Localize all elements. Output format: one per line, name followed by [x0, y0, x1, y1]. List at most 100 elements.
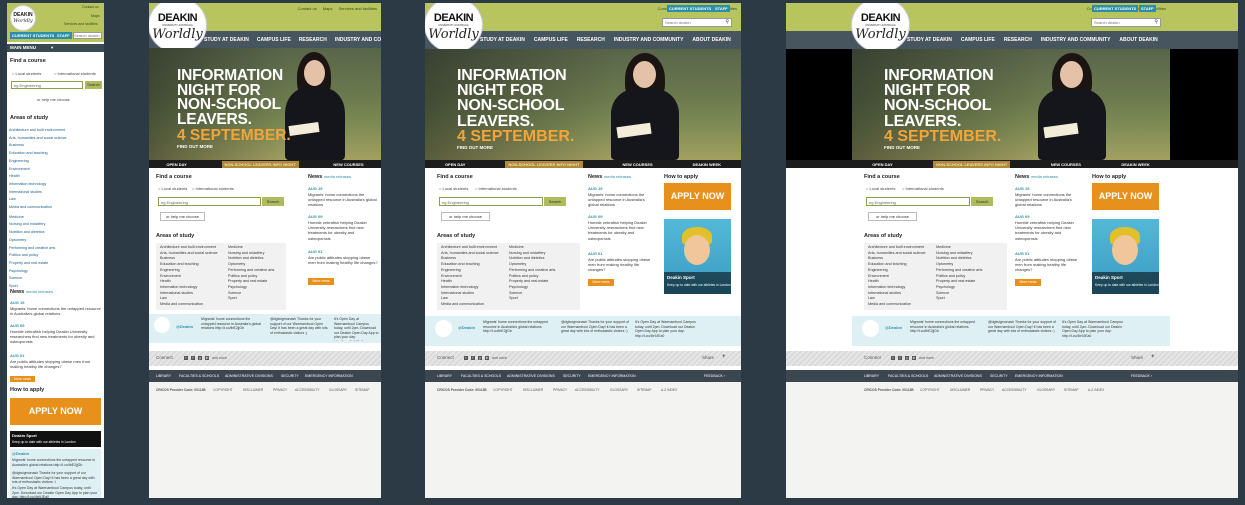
area-link[interactable]: Information technology	[9, 181, 67, 189]
area-link[interactable]: Performing and creative arts	[936, 268, 982, 274]
news-item-text[interactable]: Are public attitudes stopping obese men …	[308, 255, 378, 265]
news-item-text[interactable]: Are public attitudes stopping obese men …	[1015, 257, 1083, 273]
news-item-text[interactable]: Migrants' home connections the untapped …	[10, 306, 102, 316]
utility-link-maps[interactable]: Maps	[91, 14, 100, 18]
nav-campus-life[interactable]: CAMPUS LIFE	[961, 37, 995, 43]
footer-link-sitemap[interactable]: SITEMAP	[1064, 388, 1078, 392]
utility-link-maps[interactable]: Maps	[323, 6, 333, 11]
help-me-choose-button[interactable]: or help me choose	[441, 212, 490, 221]
help-me-choose-link[interactable]: or help me choose	[37, 97, 70, 102]
footer-link-sitemap[interactable]: SITEMAP	[637, 388, 651, 392]
area-link[interactable]: Architecture and built environment	[160, 245, 218, 251]
footer-link-admin[interactable]: ADMINISTRATIVE DIVISIONS	[934, 374, 982, 378]
area-link[interactable]: Sport	[228, 296, 274, 302]
share-label[interactable]: Share	[1131, 355, 1143, 360]
logo[interactable]: DEAKIN Worldly	[10, 5, 36, 31]
twitter-icon[interactable]: t	[184, 356, 188, 360]
area-link[interactable]: Property and real estate	[9, 260, 67, 268]
footer-link-accessibility[interactable]: ACCESSIBILITY	[575, 388, 600, 392]
footer-link-security[interactable]: SECURITY	[281, 374, 299, 378]
news-item-text[interactable]: Migrants' home connections the untapped …	[588, 192, 656, 208]
nav-campus-life[interactable]: CAMPUS LIFE	[534, 37, 568, 43]
course-search-button[interactable]: Search	[85, 81, 102, 89]
news-item-text[interactable]: Are public attitudes stopping obese men …	[10, 359, 102, 369]
deakin-sport-banner[interactable]: Deakin Sport Keep up to date with our at…	[10, 431, 101, 447]
twitter-handle[interactable]: @Deakin	[885, 325, 902, 330]
twitter-handle[interactable]: @Deakin	[12, 451, 29, 456]
tab-deakin-week[interactable]: DEAKIN WEEK	[693, 162, 721, 167]
utility-link-services[interactable]: Services and facilities	[64, 22, 98, 26]
apply-now-button[interactable]: APPLY NOW	[664, 183, 731, 210]
area-link[interactable]: Nursing and midwifery	[9, 221, 67, 229]
tab-open-day[interactable]: OPEN DAY	[166, 162, 187, 167]
staff-button[interactable]: STAFF	[55, 32, 72, 39]
feedback-link[interactable]: FEEDBACK ›	[1131, 374, 1152, 378]
area-link[interactable]: Psychology	[9, 268, 67, 276]
radio-local[interactable]: ○ Local students	[12, 71, 41, 76]
linkedin-icon[interactable]: in	[205, 356, 209, 360]
feedback-link[interactable]: FEEDBACK ›	[704, 374, 725, 378]
search-input[interactable]: Search deakin	[73, 32, 102, 39]
tab-info-night[interactable]: NON-SCHOOL LEAVERS INFO NIGHT	[221, 160, 299, 168]
radio-local[interactable]: ○ Local students	[439, 186, 468, 191]
nav-industry[interactable]: INDUSTRY AND COMMUNITY	[335, 37, 381, 43]
footer-link-accessibility[interactable]: ACCESSIBILITY	[295, 388, 320, 392]
footer-link-copyright[interactable]: COPYRIGHT	[493, 388, 513, 392]
utility-link-contact[interactable]: Contact us	[82, 5, 99, 9]
deakin-sport-panel[interactable]: Deakin Sport Keep up to date with our at…	[1092, 219, 1159, 294]
footer-link-security[interactable]: SECURITY	[563, 374, 581, 378]
footer-link-privacy[interactable]: PRIVACY	[980, 388, 994, 392]
area-link[interactable]: Environment	[9, 166, 67, 174]
staff-button[interactable]: STAFF	[1139, 5, 1156, 12]
news-item-text[interactable]: Humble zebrafish helping Deakin Universi…	[308, 220, 378, 241]
area-link[interactable]: Architecture and built environment	[868, 245, 926, 251]
area-link[interactable]: Nutrition and dietetics	[9, 229, 67, 237]
nav-research[interactable]: RESEARCH	[577, 37, 605, 43]
footer-link-emergency[interactable]: EMERGENCY INFORMATION	[588, 374, 636, 378]
nav-research[interactable]: RESEARCH	[1004, 37, 1032, 43]
area-link[interactable]: Media and communication	[9, 204, 67, 212]
share-label[interactable]: Share	[702, 355, 714, 360]
logo[interactable]: DEAKIN UNIVERSITY AUSTRALIA Worldly	[851, 3, 910, 53]
area-link[interactable]: Performing and creative arts	[228, 268, 274, 274]
tab-new-courses[interactable]: NEW COURSES	[622, 162, 652, 167]
hero-cta-link[interactable]: FIND OUT MORE	[457, 145, 493, 150]
footer-link-admin[interactable]: ADMINISTRATIVE DIVISIONS	[225, 374, 273, 378]
area-link[interactable]: Engineering	[9, 158, 67, 166]
area-link[interactable]: International studies	[9, 189, 67, 197]
current-students-button[interactable]: CURRENT STUDENTS	[10, 32, 57, 39]
area-link[interactable]: Optometry	[9, 237, 67, 245]
hero-banner[interactable]: INFORMATION NIGHT FOR NON-SCHOOL LEAVERS…	[425, 49, 741, 160]
nav-industry[interactable]: INDUSTRY AND COMMUNITY	[1041, 37, 1111, 43]
share-plus-icon[interactable]: +	[1151, 354, 1155, 360]
radio-international[interactable]: ○ International students	[902, 186, 944, 191]
footer-link-faculties[interactable]: FACULTIES & SCHOOLS	[888, 374, 928, 378]
area-link[interactable]: Media and communication	[868, 302, 926, 308]
hero-banner[interactable]: INFORMATION NIGHT FOR NON-SCHOOL LEAVERS…	[149, 48, 381, 160]
footer-link-az[interactable]: A-Z INDEX	[661, 388, 677, 392]
apply-now-button[interactable]: APPLY NOW	[10, 398, 101, 425]
radio-international[interactable]: ○ International students	[192, 186, 234, 191]
tab-new-courses[interactable]: NEW COURSES	[333, 162, 363, 167]
connect-more-link[interactable]: and more	[212, 356, 227, 360]
news-item-text[interactable]: Humble zebrafish helping Deakin Universi…	[1015, 220, 1083, 241]
area-link[interactable]: Media and communication	[441, 302, 499, 308]
utility-link-contact[interactable]: Contact us	[298, 6, 317, 11]
nav-study[interactable]: STUDY AT DEAKIN	[480, 37, 525, 43]
news-item-text[interactable]: Humble zebrafish helping Deakin Universi…	[10, 329, 102, 345]
area-link[interactable]: Architecture and built environment	[9, 127, 67, 135]
footer-link-accessibility[interactable]: ACCESSIBILITY	[1002, 388, 1027, 392]
footer-link-emergency[interactable]: EMERGENCY INFORMATION	[1015, 374, 1063, 378]
footer-link-faculties[interactable]: FACULTIES & SCHOOLS	[179, 374, 219, 378]
tab-info-night[interactable]: NON-SCHOOL LEAVERS INFO NIGHT	[933, 160, 1011, 168]
tab-new-courses[interactable]: NEW COURSES	[1051, 162, 1081, 167]
nav-study[interactable]: STUDY AT DEAKIN	[204, 37, 249, 43]
youtube-icon[interactable]: y	[905, 356, 909, 360]
course-search-input[interactable]: eg Engineering	[11, 81, 83, 89]
search-icon[interactable]: ⚲	[725, 19, 729, 25]
footer-link-security[interactable]: SECURITY	[990, 374, 1008, 378]
course-search-input[interactable]: eg Engineering	[866, 197, 970, 206]
tab-deakin-week[interactable]: DEAKIN WEEK	[1121, 162, 1149, 167]
area-link[interactable]: Law	[9, 196, 67, 204]
hero-cta-link[interactable]: FIND OUT MORE	[884, 145, 920, 150]
